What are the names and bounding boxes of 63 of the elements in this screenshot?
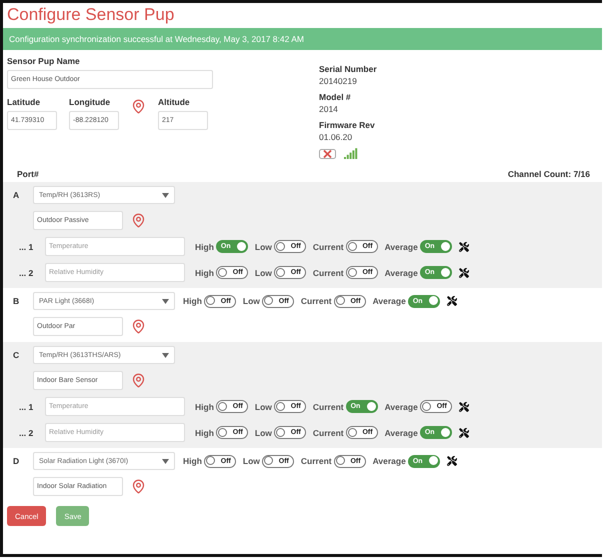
toggle-label: Low <box>242 456 260 466</box>
disconnected-icon <box>319 149 336 159</box>
toggle-label: Low <box>254 402 272 412</box>
map-pin-icon[interactable] <box>131 319 146 334</box>
field-label: Longitude <box>69 97 112 107</box>
column-header: Port# <box>17 169 39 179</box>
tools-icon[interactable] <box>446 456 457 466</box>
tools-icon[interactable] <box>446 296 457 306</box>
signal-icon <box>344 148 358 159</box>
info-value: 2014 <box>319 104 339 114</box>
caret-icon[interactable] <box>162 458 169 464</box>
tools-icon[interactable] <box>458 242 469 252</box>
info-label: Model # <box>319 92 352 102</box>
toggle-label: High <box>183 296 202 306</box>
toggle-label: High <box>195 268 214 278</box>
channel-number: ... 1 <box>18 242 34 252</box>
toggle-label: Average <box>384 268 418 278</box>
toggle-label: Low <box>254 242 272 252</box>
toggle-label: Average <box>372 456 406 466</box>
map-pin-icon[interactable] <box>131 373 146 388</box>
info-value: 01.06.20 <box>319 132 354 142</box>
toggle-label: Current <box>312 428 344 438</box>
port-letter: A <box>12 190 20 200</box>
tools-icon[interactable] <box>458 402 469 412</box>
toggle-label: Average <box>384 428 418 438</box>
toggle-label: Average <box>372 296 406 306</box>
map-pin-icon[interactable] <box>131 213 146 228</box>
channel-number: ... 2 <box>18 268 34 278</box>
channel-number: ... 1 <box>18 402 34 412</box>
field-label: Sensor Pup Name <box>7 56 81 66</box>
caret-icon[interactable] <box>162 298 169 304</box>
field-label: Altitude <box>158 97 191 107</box>
toggle-label: Current <box>312 268 344 278</box>
toggle-label: Current <box>312 402 344 412</box>
toggle-label: Current <box>300 456 332 466</box>
toggle-label: High <box>195 402 214 412</box>
field-label: Latitude <box>7 97 42 107</box>
toggle-label: High <box>183 456 202 466</box>
channel-number: ... 2 <box>18 428 34 438</box>
success-banner: Configuration synchronization successful at Wednesday, May 3, 2017 8:42 AM <box>3 28 602 50</box>
tools-icon[interactable] <box>458 428 469 438</box>
port-letter: C <box>12 350 20 360</box>
port-letter: D <box>12 456 20 466</box>
toggle-label: High <box>195 242 214 252</box>
toggle-label: Low <box>254 268 272 278</box>
channel-count: Channel Count: 7/16 <box>508 169 590 179</box>
tools-icon[interactable] <box>458 268 469 278</box>
caret-icon[interactable] <box>162 352 169 358</box>
port-letter: B <box>12 296 20 306</box>
info-label: Firmware Rev <box>319 120 376 130</box>
info-value: 20140219 <box>319 76 358 86</box>
caret-icon[interactable] <box>162 192 169 198</box>
toggle-label: Low <box>242 296 260 306</box>
map-pin-icon[interactable] <box>131 479 146 494</box>
toggle-label: Average <box>384 242 418 252</box>
toggle-label: Low <box>254 428 272 438</box>
map-pin-icon[interactable] <box>131 99 146 114</box>
toggle-label: Average <box>384 402 418 412</box>
toggle-label: High <box>195 428 214 438</box>
page-title: Configure Sensor Pup <box>6 4 176 26</box>
info-label: Serial Number <box>319 64 377 74</box>
toggle-label: Current <box>300 296 332 306</box>
toggle-label: Current <box>312 242 344 252</box>
